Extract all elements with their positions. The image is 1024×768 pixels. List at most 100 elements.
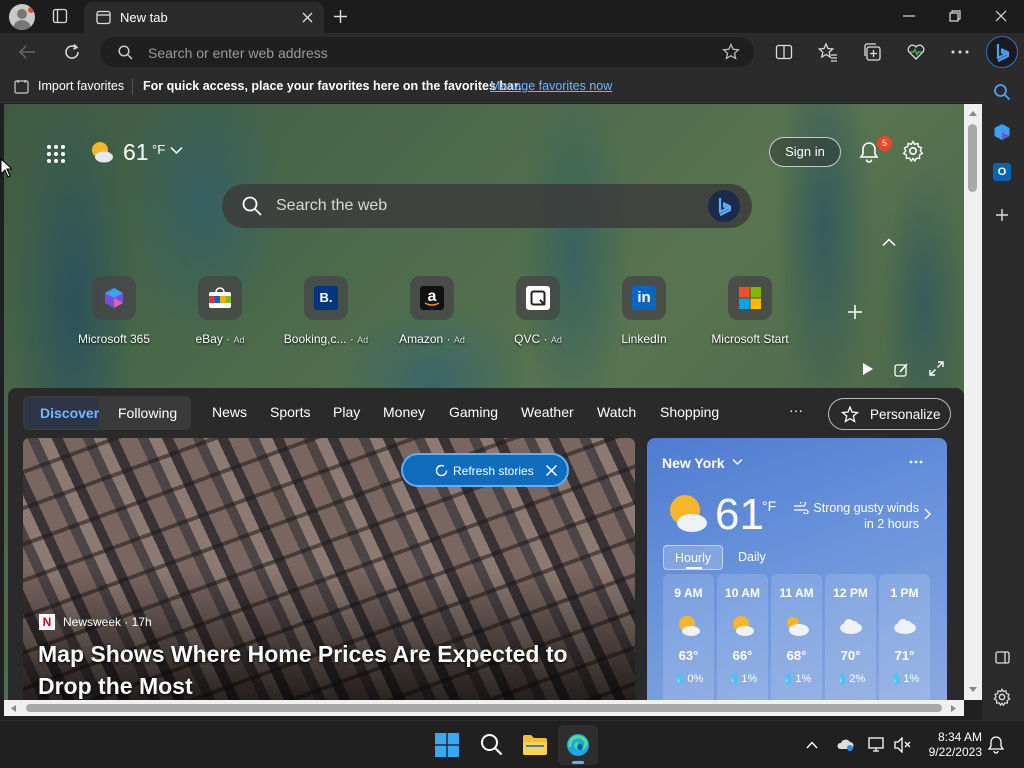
hourly-forecast-item[interactable]: 12 PM 70° 💧2% [825, 574, 876, 700]
tab-actions-icon[interactable] [52, 8, 68, 24]
collections-icon[interactable] [862, 42, 882, 62]
background-edit-icon[interactable] [894, 362, 909, 377]
quick-link-ebay[interactable]: eBay · Ad [170, 276, 270, 346]
weather-alert[interactable]: Strong gusty winds in 2 hours [807, 500, 919, 532]
copilot-icon[interactable] [993, 123, 1011, 141]
play-icon[interactable] [862, 362, 874, 376]
split-screen-icon[interactable] [775, 43, 793, 61]
chevron-right-icon[interactable] [924, 508, 931, 520]
restore-icon[interactable] [949, 10, 961, 22]
chevron-down-icon[interactable] [170, 146, 183, 155]
quick-link-linkedin[interactable]: in LinkedIn [594, 276, 694, 346]
vertical-scroll-thumb[interactable] [968, 124, 977, 192]
scroll-left-icon[interactable] [10, 704, 17, 713]
taskbar-search-icon[interactable] [480, 733, 503, 756]
edge-taskbar-button[interactable] [558, 725, 598, 765]
manage-favorites-link[interactable]: Manage favorites now [490, 79, 612, 93]
notification-bell-icon[interactable] [859, 141, 879, 163]
category-shopping[interactable]: Shopping [660, 404, 719, 420]
tab-daily[interactable]: Daily [738, 550, 766, 564]
import-favorites-button[interactable]: Import favorites [38, 79, 124, 93]
outlook-icon[interactable]: O [993, 163, 1011, 181]
favbar-divider [132, 78, 133, 95]
refresh-stories-button[interactable]: Refresh stories [401, 453, 569, 487]
horizontal-scroll-thumb[interactable] [26, 704, 942, 712]
collapse-chevron-icon[interactable] [882, 238, 896, 247]
more-categories-button[interactable]: ··· [789, 402, 803, 418]
address-bar[interactable]: Search or enter web address [100, 37, 754, 67]
add-sidebar-app-icon[interactable] [995, 208, 1009, 222]
quick-link-qvc[interactable]: QVC · Ad [488, 276, 588, 346]
tab-discover[interactable]: Discover [25, 398, 99, 428]
quick-link-amazon[interactable]: a Amazon · Ad [382, 276, 482, 346]
close-icon[interactable] [545, 464, 558, 477]
new-tab-plus-icon[interactable] [333, 9, 348, 24]
category-sports[interactable]: Sports [270, 404, 310, 420]
volume-muted-icon[interactable] [894, 737, 912, 753]
quick-link-microsoft-365[interactable]: Microsoft 365 [64, 276, 164, 346]
category-weather[interactable]: Weather [521, 404, 574, 420]
favorite-star-icon[interactable] [722, 43, 740, 61]
horizontal-scrollbar[interactable] [4, 700, 964, 716]
close-tab-icon[interactable] [302, 12, 313, 23]
windows-start-icon[interactable] [435, 733, 459, 757]
tab-hourly[interactable]: Hourly [663, 545, 723, 570]
category-news[interactable]: News [212, 404, 247, 420]
gear-icon[interactable] [902, 140, 924, 162]
vertical-scrollbar[interactable] [964, 104, 982, 700]
file-explorer-icon[interactable] [522, 734, 548, 756]
category-play[interactable]: Play [333, 404, 360, 420]
story-headline[interactable]: Map Shows Where Home Prices Are Expected… [38, 638, 598, 700]
browser-essentials-icon[interactable] [906, 42, 926, 62]
minimize-icon[interactable] [903, 15, 915, 17]
search-icon[interactable] [993, 83, 1011, 101]
weather-more-icon[interactable] [909, 460, 923, 464]
scroll-right-icon[interactable] [950, 704, 957, 713]
network-icon[interactable] [868, 737, 886, 753]
tab-following[interactable]: Following [118, 405, 177, 421]
new-tab-page-icon [96, 10, 111, 25]
weather-location[interactable]: New York [662, 455, 725, 471]
hourly-forecast-item[interactable]: 10 AM 66° 💧1% [717, 574, 768, 700]
weather-card-unit: °F [762, 498, 777, 514]
scroll-down-icon[interactable] [968, 686, 978, 693]
hide-sidebar-icon[interactable] [995, 651, 1010, 664]
back-arrow-icon[interactable] [18, 44, 36, 60]
onedrive-icon[interactable] [836, 737, 854, 751]
hourly-forecast-item[interactable]: 9 AM 63° 💧0% [663, 574, 714, 700]
notification-center-bell-icon[interactable] [988, 736, 1004, 754]
web-search-box[interactable]: Search the web [222, 184, 752, 228]
weather-unit: °F [152, 142, 166, 157]
personalize-button[interactable]: Personalize [828, 398, 951, 430]
quick-link-label: Booking,c... [283, 332, 347, 346]
close-window-icon[interactable] [995, 10, 1007, 22]
add-quick-link-icon[interactable] [847, 304, 863, 320]
tab-new-tab[interactable]: New tab [84, 2, 324, 33]
weather-temperature[interactable]: 61 [123, 139, 149, 166]
hourly-forecast-item[interactable]: 1 PM 71° 💧1% [879, 574, 930, 700]
more-options-icon[interactable] [951, 50, 969, 54]
refresh-spinner-icon [435, 464, 448, 477]
favorites-icon[interactable] [818, 42, 838, 62]
profile-avatar[interactable] [9, 4, 35, 30]
navigation-bar: Search or enter web address [0, 33, 1024, 71]
expand-icon[interactable] [929, 361, 944, 376]
sidebar-settings-gear-icon[interactable] [993, 688, 1011, 706]
hourly-forecast-item[interactable]: 11 AM 68° 💧1% [771, 574, 822, 700]
category-gaming[interactable]: Gaming [449, 404, 498, 420]
bing-copilot-icon[interactable] [986, 36, 1018, 68]
scroll-up-icon[interactable] [968, 110, 978, 117]
bing-chat-icon[interactable] [708, 190, 740, 222]
chevron-down-icon[interactable] [732, 458, 743, 466]
category-money[interactable]: Money [383, 404, 425, 420]
category-watch[interactable]: Watch [597, 404, 636, 420]
quick-link-microsoft-start[interactable]: Microsoft Start [700, 276, 800, 346]
partly-sunny-icon [665, 493, 709, 535]
app-launcher-icon[interactable] [46, 144, 66, 164]
weather-card[interactable]: New York 61 °F Strong gusty winds in 2 h… [647, 438, 947, 700]
sign-in-button[interactable]: Sign in [769, 137, 841, 167]
taskbar-clock[interactable]: 8:34 AM 9/22/2023 [920, 730, 982, 760]
quick-link-booking[interactable]: B. Booking,c... · Ad [276, 276, 376, 346]
refresh-icon[interactable] [63, 43, 81, 61]
show-hidden-icons-chevron-icon[interactable] [806, 741, 818, 749]
